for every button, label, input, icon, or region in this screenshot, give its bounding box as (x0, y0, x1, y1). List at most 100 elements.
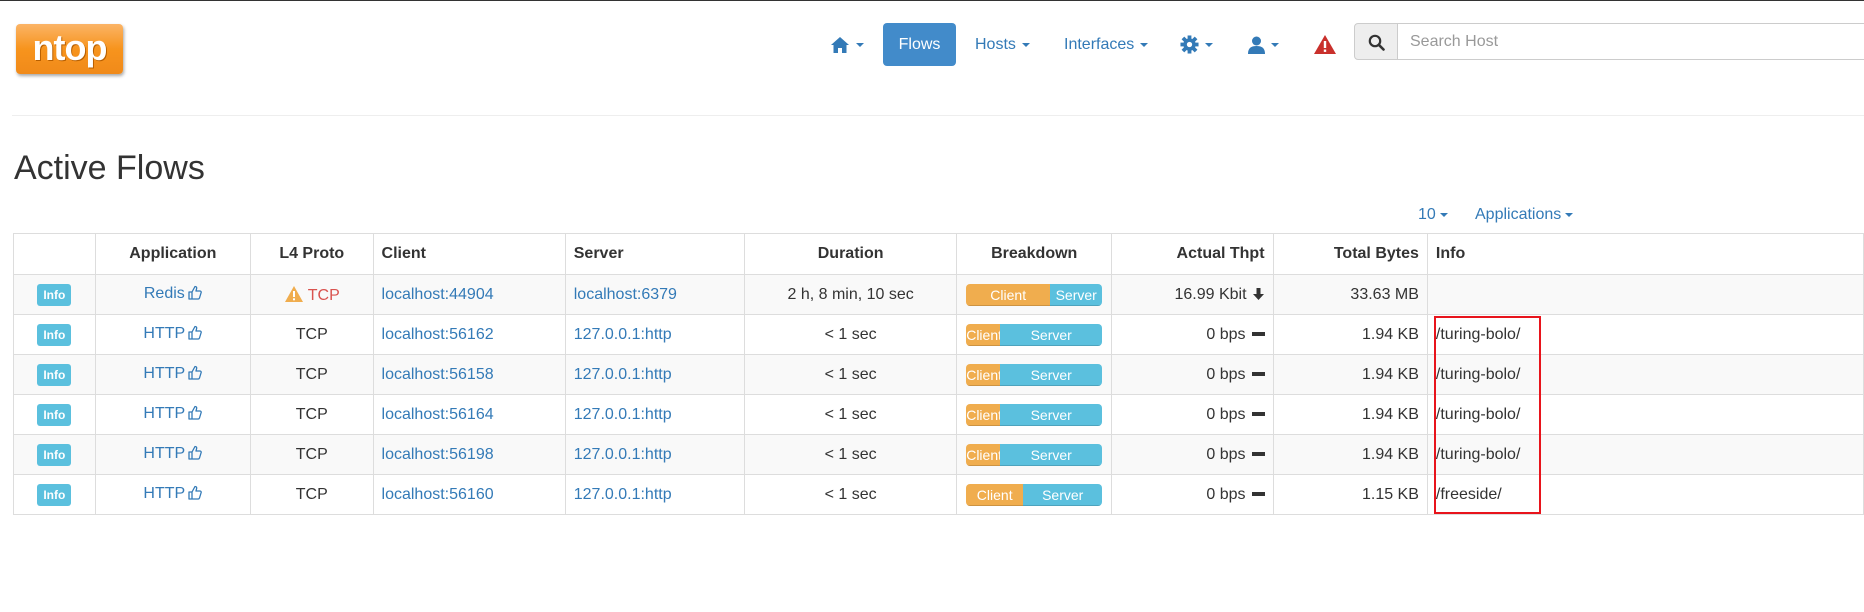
table-row: Info HTTP TCP localhost:56158 127.0.0.1:http… (13, 354, 1864, 395)
server-host-link[interactable]: localhost (574, 286, 637, 303)
info-button[interactable]: Info (37, 323, 72, 346)
breakdown-cell: Client Server (956, 394, 1113, 435)
application-link[interactable]: HTTP (143, 365, 185, 382)
breakdown-client-segment: Client (966, 443, 1001, 466)
server-port-link[interactable]: :http (640, 406, 671, 423)
breakdown-cell: Client Server (956, 434, 1113, 475)
client-host-link[interactable]: localhost (382, 406, 445, 423)
client-port-link[interactable]: :56158 (445, 366, 494, 383)
nav-user[interactable] (1248, 23, 1279, 66)
breakdown-server-segment: Server (1050, 283, 1103, 306)
l4-proto-value: TCP (295, 445, 328, 463)
breakdown-bar: Client Server (966, 443, 1103, 466)
thumbs-up-icon (188, 405, 203, 425)
header-total-bytes[interactable]: Total Bytes (1272, 233, 1428, 275)
nav-interfaces[interactable]: Interfaces (1064, 23, 1149, 66)
application-cell: HTTP (94, 314, 252, 355)
nav-hosts[interactable]: Hosts (975, 23, 1030, 66)
nav-flows[interactable]: Flows (883, 23, 956, 66)
info-button-cell: Info (13, 314, 96, 355)
nav-interfaces-label: Interfaces (1064, 36, 1135, 53)
breakdown-client-segment: Client (966, 483, 1024, 506)
ntop-logo[interactable]: ntop (16, 24, 123, 74)
info-button-cell: Info (13, 394, 96, 435)
header-actual-thpt[interactable]: Actual Thpt (1111, 233, 1274, 275)
header-info-col[interactable]: Info (1426, 233, 1864, 275)
application-link[interactable]: HTTP (143, 405, 185, 422)
info-button[interactable]: Info (37, 283, 72, 306)
actual-thpt-cell: 0 bps (1111, 434, 1274, 475)
server-host-link[interactable]: 127.0.0.1 (574, 486, 641, 503)
client-host-link[interactable]: localhost (382, 286, 445, 303)
application-link[interactable]: HTTP (143, 325, 185, 342)
info-button-cell: Info (13, 274, 96, 315)
header-breakdown[interactable]: Breakdown (956, 233, 1113, 275)
nav-settings[interactable] (1180, 23, 1213, 66)
header-application[interactable]: Application (94, 233, 252, 275)
table-row: Info Redis TCP localhost:44904 localhost:637… (13, 274, 1864, 315)
breakdown-bar: Client Server (966, 363, 1103, 386)
header-l4-proto[interactable]: L4 Proto (250, 233, 374, 275)
server-port-link[interactable]: :http (640, 366, 671, 383)
client-port-link[interactable]: :56160 (445, 486, 494, 503)
server-port-link[interactable]: :http (640, 326, 671, 343)
chevron-down-icon (1140, 42, 1149, 47)
total-bytes-cell: 1.94 KB (1272, 314, 1428, 355)
client-host-link[interactable]: localhost (382, 326, 445, 343)
application-link[interactable]: HTTP (143, 445, 185, 462)
client-port-link[interactable]: :56162 (445, 326, 494, 343)
page-title: Active Flows (14, 149, 205, 187)
server-host-link[interactable]: 127.0.0.1 (574, 326, 641, 343)
actual-thpt-cell: 0 bps (1111, 474, 1274, 515)
breakdown-bar: Client Server (966, 283, 1103, 306)
duration-cell: < 1 sec (744, 314, 958, 355)
application-link[interactable]: HTTP (143, 485, 185, 502)
client-port-link[interactable]: :44904 (445, 286, 494, 303)
header-server[interactable]: Server (564, 233, 746, 275)
l4-proto-cell: TCP (250, 474, 374, 515)
search-host-input[interactable] (1397, 23, 1864, 60)
actual-thpt-cell: 16.99 Kbit (1111, 274, 1274, 315)
info-button[interactable]: Info (37, 483, 72, 506)
application-link[interactable]: Redis (144, 285, 185, 302)
l4-proto-value: TCP (295, 485, 328, 503)
breakdown-server-segment: Server (1000, 443, 1103, 466)
chevron-down-icon (856, 42, 864, 47)
nav-alerts[interactable] (1313, 23, 1337, 66)
applications-filter-dropdown[interactable]: Applications (1475, 204, 1574, 226)
home-icon (830, 36, 850, 53)
info-button[interactable]: Info (37, 363, 72, 386)
client-host-link[interactable]: localhost (382, 366, 445, 383)
chevron-down-icon (1439, 212, 1448, 217)
header-duration[interactable]: Duration (744, 233, 958, 275)
client-cell: localhost:56160 (372, 474, 566, 515)
header-client[interactable]: Client (372, 233, 566, 275)
header-info (13, 233, 96, 275)
server-host-link[interactable]: 127.0.0.1 (574, 366, 641, 383)
l4-proto-value: TCP (295, 365, 328, 383)
table-header-row: Application L4 Proto Client Server Durat… (13, 233, 1864, 275)
server-host-link[interactable]: 127.0.0.1 (574, 406, 641, 423)
warning-icon (1313, 35, 1337, 55)
server-cell: 127.0.0.1:http (564, 314, 746, 355)
client-host-link[interactable]: localhost (382, 446, 445, 463)
client-host-link[interactable]: localhost (382, 486, 445, 503)
client-cell: localhost:56164 (372, 394, 566, 435)
table-row: Info HTTP TCP localhost:56162 127.0.0.1:http… (13, 314, 1864, 355)
info-button[interactable]: Info (37, 403, 72, 426)
search-button[interactable] (1354, 23, 1398, 60)
breakdown-client-segment: Client (966, 283, 1051, 306)
client-port-link[interactable]: :56198 (445, 446, 494, 463)
server-port-link[interactable]: :http (640, 486, 671, 503)
thumbs-up-icon (188, 365, 203, 385)
minus-icon (1246, 366, 1265, 383)
rows-per-page-dropdown[interactable]: 10 (1418, 204, 1448, 226)
client-port-link[interactable]: :56164 (445, 406, 494, 423)
breakdown-bar: Client Server (966, 483, 1103, 506)
server-host-link[interactable]: 127.0.0.1 (574, 446, 641, 463)
info-button[interactable]: Info (37, 443, 72, 466)
server-port-link[interactable]: :http (640, 446, 671, 463)
server-port-link[interactable]: :6379 (637, 286, 677, 303)
nav-home[interactable] (830, 23, 864, 66)
chevron-down-icon (1565, 212, 1574, 217)
